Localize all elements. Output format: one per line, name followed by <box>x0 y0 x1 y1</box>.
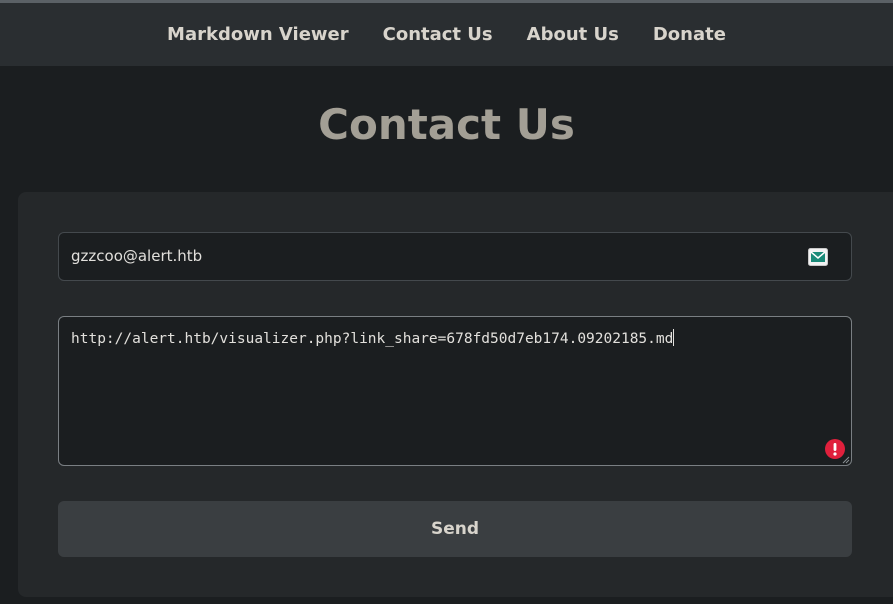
message-value: http://alert.htb/visualizer.php?link_sha… <box>71 331 674 347</box>
mail-icon <box>808 248 828 266</box>
message-textarea[interactable]: http://alert.htb/visualizer.php?link_sha… <box>58 316 852 466</box>
navbar: Markdown Viewer Contact Us About Us Dona… <box>0 3 893 66</box>
nav-link-markdown-viewer[interactable]: Markdown Viewer <box>167 24 349 45</box>
email-value: gzzcoo@alert.htb <box>71 247 203 265</box>
page-title: Contact Us <box>318 100 575 149</box>
resize-handle-icon[interactable] <box>842 456 850 464</box>
nav-link-contact-us[interactable]: Contact Us <box>383 24 493 45</box>
nav-link-about-us[interactable]: About Us <box>527 24 619 45</box>
send-button[interactable]: Send <box>58 501 852 557</box>
nav-link-donate[interactable]: Donate <box>653 24 726 45</box>
message-content: http://alert.htb/visualizer.php?link_sha… <box>71 329 675 349</box>
text-cursor <box>673 329 675 346</box>
email-field[interactable]: gzzcoo@alert.htb <box>58 232 852 281</box>
